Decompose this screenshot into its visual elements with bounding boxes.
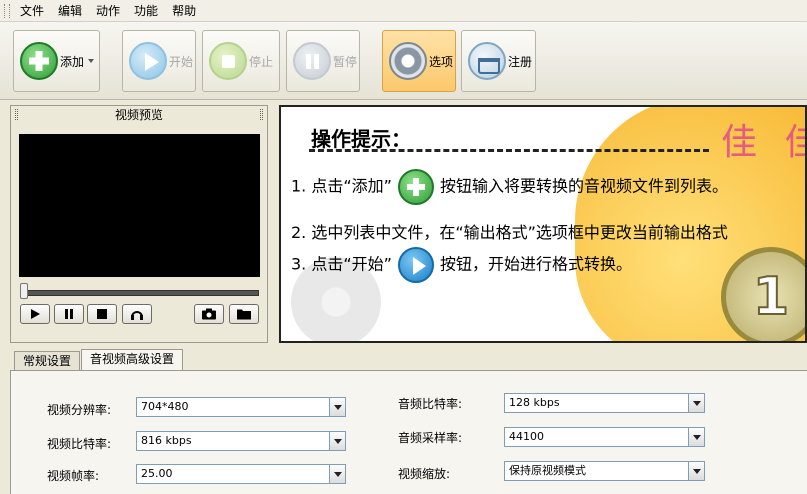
snapshot-button[interactable]	[194, 304, 224, 324]
menu-action[interactable]: 动作	[89, 0, 127, 22]
start-label: 开始	[169, 54, 194, 69]
chevron-down-icon[interactable]	[329, 465, 345, 483]
stop-button[interactable]: 停止	[202, 30, 280, 92]
pause-button[interactable]: 暂停	[286, 30, 360, 92]
video-resolution-label: 视频分辨率:	[47, 403, 112, 417]
menu-edit[interactable]: 编辑	[51, 0, 89, 22]
pause-icon	[293, 42, 331, 80]
menu-grip	[4, 3, 10, 18]
tab-av-advanced-settings[interactable]: 音视频高级设置	[81, 349, 184, 371]
play-icon	[129, 42, 167, 80]
open-folder-button[interactable]	[229, 304, 259, 324]
chevron-down-icon[interactable]	[329, 398, 345, 416]
register-button[interactable]: 注册	[461, 30, 536, 92]
play-icon	[31, 309, 40, 319]
audio-bitrate-select[interactable]: 128 kbps	[504, 393, 705, 413]
tip-1-end: 按钮输入将要转换的音视频文件到列表。	[439, 176, 728, 196]
video-bitrate-label: 视频比特率:	[47, 437, 112, 451]
tips-title: 操作提示：	[311, 127, 411, 151]
headphones-icon	[131, 311, 143, 320]
audio-bitrate-label: 音频比特率:	[398, 397, 463, 411]
tip-line-1: 1. 点击“添加” 按钮输入将要转换的音视频文件到列表。	[291, 169, 728, 205]
add-icon	[397, 169, 434, 205]
add-dropdown-arrow-icon[interactable]	[88, 59, 94, 63]
pause-label: 暂停	[333, 54, 358, 69]
player-pause-button[interactable]	[54, 304, 84, 324]
tip-line-3: 3. 点击“开始” 按钮，开始进行格式转换。	[291, 247, 632, 283]
seek-thumb[interactable]	[20, 283, 28, 299]
add-icon	[20, 42, 58, 80]
camera-icon	[202, 308, 216, 320]
tip-3-start: 3. 点击“开始”	[291, 254, 392, 274]
preview-title: 视频预览	[114, 108, 163, 122]
audio-samplerate-value: 44100	[509, 430, 544, 443]
basket-icon	[468, 42, 506, 80]
menu-help[interactable]: 帮助	[165, 0, 203, 22]
audio-samplerate-select[interactable]: 44100	[504, 427, 705, 447]
video-fps-value: 25.00	[141, 467, 173, 480]
video-bitrate-value: 816 kbps	[141, 434, 192, 447]
menu-function[interactable]: 功能	[127, 0, 165, 22]
stop-icon	[209, 42, 247, 80]
tip-line-2: 2. 选中列表中文件，在“输出格式”选项框中更改当前输出格式	[291, 223, 728, 242]
folder-icon	[237, 309, 251, 320]
start-button[interactable]: 开始	[122, 30, 196, 92]
tips-divider	[309, 149, 709, 152]
tip-1-start: 1. 点击“添加”	[291, 176, 392, 196]
player-play-button[interactable]	[20, 304, 50, 324]
preview-title-bar: 视频预览	[11, 106, 267, 124]
chevron-down-icon[interactable]	[688, 394, 704, 412]
gear-icon	[389, 42, 427, 80]
settings-tabs: 常规设置 音视频高级设置	[14, 349, 184, 371]
video-scale-label: 视频缩放:	[398, 467, 451, 481]
video-preview-panel: 视频预览	[10, 105, 268, 343]
menu-bar: 文件 编辑 动作 功能 帮助	[0, 0, 807, 22]
play-icon	[397, 247, 434, 283]
add-button[interactable]: 添加	[13, 30, 100, 92]
menu-file[interactable]: 文件	[13, 0, 51, 22]
video-scale-select[interactable]: 保持原视频模式	[504, 461, 705, 481]
video-fps-select[interactable]: 25.00	[136, 464, 346, 484]
video-bitrate-select[interactable]: 816 kbps	[136, 431, 346, 451]
video-screen	[19, 134, 260, 277]
stop-label: 停止	[249, 54, 274, 69]
pause-icon	[65, 309, 73, 319]
video-scale-value: 保持原视频模式	[509, 464, 586, 477]
panel-grip-right-icon	[260, 109, 263, 120]
chevron-down-icon[interactable]	[688, 462, 704, 480]
options-label: 选项	[429, 54, 454, 69]
toolbar: 添加 开始 停止 暂停 选项 注册	[0, 22, 807, 100]
player-stop-button[interactable]	[87, 304, 117, 324]
settings-panel: 视频分辨率: 704*480 视频比特率: 816 kbps 视频帧率: 25.…	[10, 370, 807, 494]
audio-bitrate-value: 128 kbps	[509, 396, 560, 409]
banner-brand-text: 佳 佳	[721, 122, 805, 163]
tab-general-settings[interactable]: 常规设置	[14, 351, 81, 371]
video-resolution-value: 704*480	[141, 400, 189, 413]
tips-banner: 佳 佳 1 操作提示： 1. 点击“添加”按钮输入将要转换的音视频文件到列表。 …	[279, 105, 807, 343]
video-fps-label: 视频帧率:	[47, 469, 100, 483]
panel-grip-left-icon	[15, 109, 18, 120]
seek-bar[interactable]	[23, 290, 259, 296]
video-resolution-select[interactable]: 704*480	[136, 397, 346, 417]
tip-3-end: 按钮，开始进行格式转换。	[439, 254, 632, 274]
player-volume-button[interactable]	[122, 304, 152, 324]
add-label: 添加	[60, 54, 85, 69]
chevron-down-icon[interactable]	[688, 428, 704, 446]
chevron-down-icon[interactable]	[329, 432, 345, 450]
register-label: 注册	[508, 54, 533, 69]
audio-samplerate-label: 音频采样率:	[398, 431, 463, 445]
stop-icon	[97, 309, 107, 319]
options-button[interactable]: 选项	[382, 30, 456, 92]
